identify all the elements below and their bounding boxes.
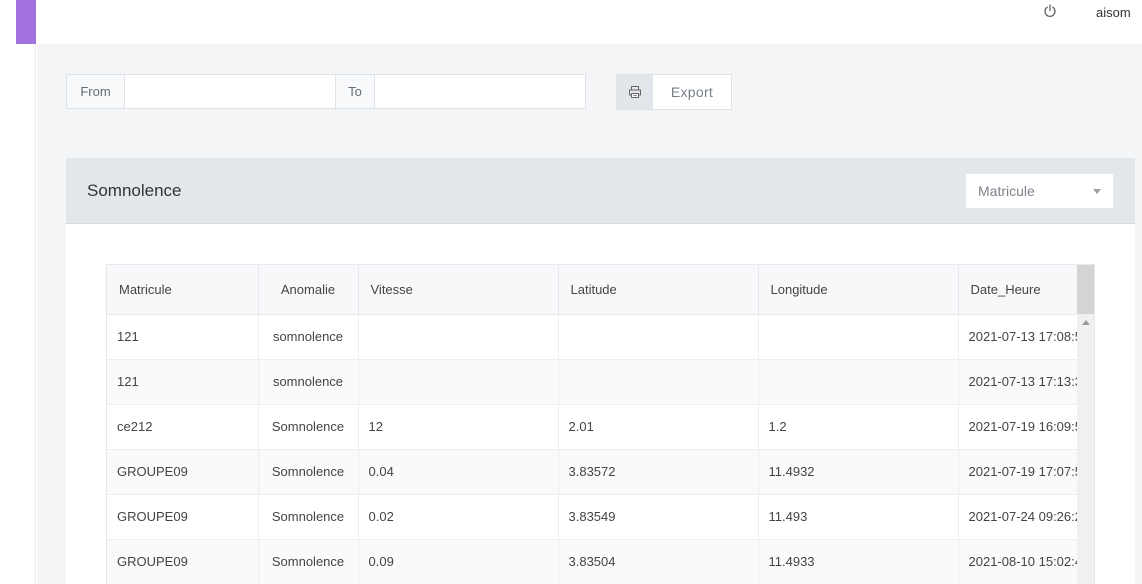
from-date-input[interactable] [125, 75, 335, 108]
cell-latitude: 3.83549 [558, 494, 759, 540]
cell-longitude: 11.4932 [758, 449, 959, 495]
table-row: ce212 Somnolence 12 2.01 1.2 2021-07-19 … [107, 404, 1094, 450]
cell-vitesse: 0.04 [358, 449, 559, 495]
cell-latitude [558, 314, 759, 360]
cell-latitude: 3.83572 [558, 449, 759, 495]
cell-vitesse: 0.09 [358, 539, 559, 584]
brand-accent-bar [16, 0, 36, 44]
table-row: 121 somnolence 2021-07-13 17:13:3 [107, 359, 1094, 405]
cell-anomalie: somnolence [258, 314, 359, 360]
scroll-up-icon[interactable] [1082, 320, 1090, 325]
cell-vitesse [358, 314, 559, 360]
cell-vitesse: 12 [358, 404, 559, 450]
table-row: GROUPE09 Somnolence 0.09 3.83504 11.4933… [107, 539, 1094, 584]
top-navbar [36, 0, 1142, 44]
column-header-latitude[interactable]: Latitude [558, 265, 759, 315]
table-scrollbar[interactable] [1077, 265, 1094, 584]
column-header-anomalie[interactable]: Anomalie [258, 265, 359, 315]
anomaly-table-container: Matricule Anomalie Vitesse Latitude Long… [106, 264, 1095, 584]
cell-matricule: GROUPE09 [107, 539, 259, 584]
matricule-select-value: Matricule [978, 183, 1035, 199]
left-sidebar [0, 0, 36, 584]
cell-date-heure: 2021-08-10 15:02:4 [958, 539, 1094, 584]
column-header-date-heure[interactable]: Date_Heure [958, 265, 1094, 315]
cell-matricule: ce212 [107, 404, 259, 450]
column-header-matricule[interactable]: Matricule [107, 265, 259, 315]
cell-vitesse [358, 359, 559, 405]
cell-longitude [758, 359, 959, 405]
cell-anomalie: Somnolence [258, 449, 359, 495]
power-icon[interactable] [1043, 4, 1057, 18]
to-label: To [335, 75, 375, 108]
cell-anomalie: somnolence [258, 359, 359, 405]
cell-date-heure: 2021-07-19 17:07:5 [958, 449, 1094, 495]
cell-anomalie: Somnolence [258, 494, 359, 540]
scrollbar-thumb[interactable] [1077, 265, 1094, 314]
from-label: From [67, 75, 125, 108]
cell-anomalie: Somnolence [258, 404, 359, 450]
cell-longitude: 1.2 [758, 404, 959, 450]
table-header-row: Matricule Anomalie Vitesse Latitude Long… [107, 265, 1094, 315]
username-label[interactable]: aisom [1096, 5, 1131, 20]
matricule-select[interactable]: Matricule [965, 173, 1114, 209]
table-row: GROUPE09 Somnolence 0.04 3.83572 11.4932… [107, 449, 1094, 495]
somnolence-card: Somnolence Matricule Matricule Anomalie … [66, 158, 1135, 584]
cell-matricule: GROUPE09 [107, 449, 259, 495]
table-row: 121 somnolence 2021-07-13 17:08:5 [107, 314, 1094, 360]
table-row: GROUPE09 Somnolence 0.02 3.83549 11.493 … [107, 494, 1094, 540]
cell-longitude: 11.493 [758, 494, 959, 540]
cell-date-heure: 2021-07-24 09:26:2 [958, 494, 1094, 540]
card-header: Somnolence Matricule [66, 158, 1135, 224]
anomaly-table: Matricule Anomalie Vitesse Latitude Long… [107, 265, 1094, 584]
cell-latitude: 3.83504 [558, 539, 759, 584]
cell-latitude: 2.01 [558, 404, 759, 450]
cell-date-heure: 2021-07-13 17:13:3 [958, 359, 1094, 405]
cell-matricule: GROUPE09 [107, 494, 259, 540]
cell-latitude [558, 359, 759, 405]
cell-anomalie: Somnolence [258, 539, 359, 584]
cell-vitesse: 0.02 [358, 494, 559, 540]
chevron-down-icon [1093, 189, 1101, 194]
export-button[interactable]: Export [616, 74, 732, 110]
column-header-vitesse[interactable]: Vitesse [358, 265, 559, 315]
card-title: Somnolence [87, 181, 182, 200]
printer-icon [617, 75, 653, 109]
to-date-input[interactable] [375, 75, 585, 108]
cell-date-heure: 2021-07-13 17:08:5 [958, 314, 1094, 360]
cell-matricule: 121 [107, 314, 259, 360]
cell-longitude [758, 314, 959, 360]
export-button-label: Export [670, 84, 714, 100]
cell-matricule: 121 [107, 359, 259, 405]
cell-date-heure: 2021-07-19 16:09:5 [958, 404, 1094, 450]
cell-longitude: 11.4933 [758, 539, 959, 584]
column-header-longitude[interactable]: Longitude [758, 265, 959, 315]
date-range-filter: From To [66, 74, 586, 109]
